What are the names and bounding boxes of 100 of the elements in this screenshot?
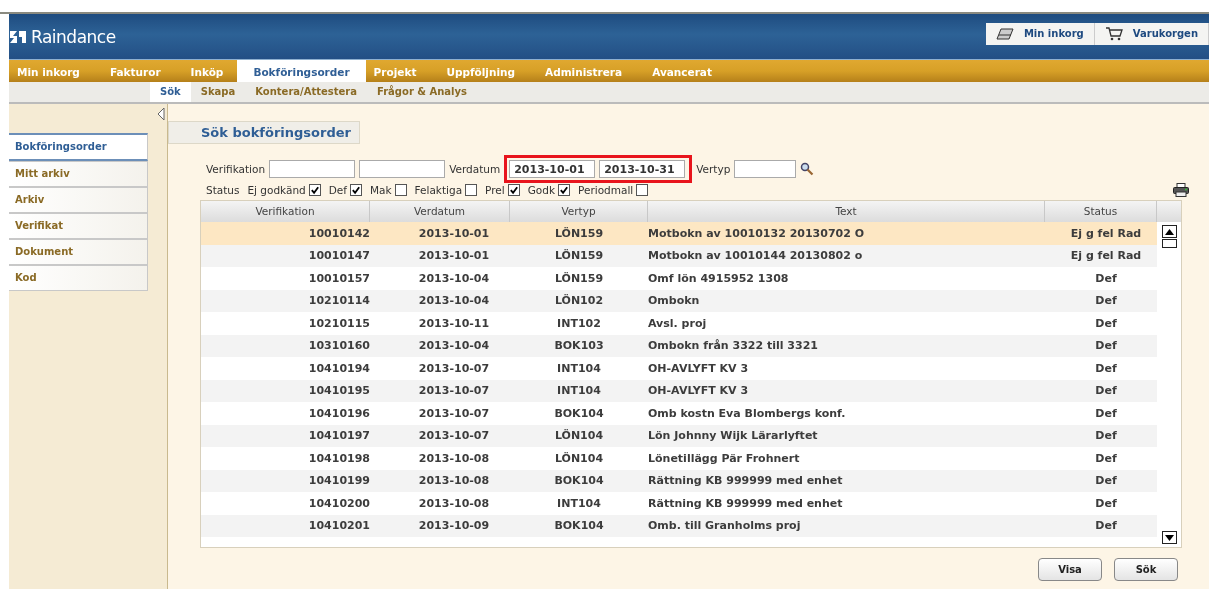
table-cell-text: 10410196 (307, 406, 370, 420)
table-row[interactable]: 10410199 2013-10-08 BOK104 Rättning KB 999999 med enhet Def (201, 469, 1157, 492)
checkbox-label: Godk (527, 184, 556, 196)
checkbox[interactable] (308, 184, 321, 196)
input-field[interactable] (359, 160, 446, 178)
table-cell-text: 2013-10-04 (417, 294, 491, 308)
table-cell-text: 10410199 (307, 474, 370, 488)
date-field[interactable]: 2013-10-01 (509, 160, 596, 178)
table-cell-text: LÖN104 (553, 451, 605, 465)
table-cell-text: Rättning KB 999999 med enhet (648, 474, 844, 488)
table-cell-text: Def (1094, 384, 1118, 398)
table-row[interactable]: 10010147 2013-10-01 LÖN159 Motbokn av 10010144 20130802 o Ej g fel Rad (201, 244, 1157, 267)
sidebar-item[interactable]: Bokföringsorder (9, 133, 148, 161)
header-link[interactable]: Min inkorg (985, 22, 1095, 45)
scroll-thumb[interactable] (1161, 239, 1177, 248)
table-cell-text: 10410194 (307, 361, 370, 375)
checkbox-label: Periodmall (578, 184, 634, 196)
scroll-down-icon[interactable] (1164, 534, 1174, 541)
table-cell-text: Avsl. proj (648, 316, 708, 330)
table-cell-text: BOK104 (553, 474, 605, 488)
table-cell-text: Def (1094, 519, 1118, 533)
table-cell-text: 2013-10-09 (417, 519, 491, 533)
printer-icon[interactable] (1173, 183, 1189, 197)
table-cell-text: Lön Johnny Wijk Lärarlyftet (648, 429, 819, 443)
scroll-up-icon[interactable] (1164, 228, 1174, 235)
table-row[interactable]: 10210114 2013-10-04 LÖN102 Ombokn Def (201, 289, 1157, 312)
table-cell-text: INT104 (556, 361, 602, 375)
sidebar-item[interactable]: Mitt arkiv (9, 161, 148, 187)
field-label: Verifikation (206, 163, 266, 175)
table-cell-text: 2013-10-07 (417, 361, 491, 375)
table-cell-text: Ej g fel Rad (1069, 226, 1143, 240)
table-cell-text: 2013-10-01 (417, 226, 491, 240)
table-cell-text: Lönetillägg Pär Frohnert (648, 451, 801, 465)
checkbox-label: Def (328, 184, 347, 196)
submenu-tab[interactable]: Frågor & Analys (367, 82, 477, 102)
submenu-tab[interactable]: Sök (150, 82, 191, 102)
checkbox[interactable] (465, 184, 478, 196)
table-cell-text: INT104 (556, 496, 602, 510)
table-cell-text: Def (1094, 474, 1118, 488)
logo-icon (9, 28, 27, 45)
header-link[interactable]: Varukorgen (1094, 22, 1209, 45)
table-cell-text: Ej g fel Rad (1069, 249, 1143, 263)
sidebar-item[interactable]: Arkiv (9, 187, 148, 213)
submenu-tab[interactable]: Skapa (190, 82, 246, 102)
table-cell-text: Def (1094, 496, 1118, 510)
checkbox[interactable] (394, 184, 407, 196)
table-row[interactable]: 10310160 2013-10-04 BOK103 Ombokn från 3322 till 3321 Def (201, 334, 1157, 357)
table-cell-text: INT104 (556, 384, 602, 398)
table-cell-text: 10010157 (307, 271, 370, 285)
table-cell-text: 10210115 (307, 316, 370, 330)
checkbox-label: Mak (370, 184, 392, 196)
sidebar-item[interactable]: Kod (9, 265, 148, 291)
action-button[interactable]: Visa (1038, 558, 1102, 581)
table-cell-text: Rättning KB 999999 med enhet (648, 496, 844, 510)
collapse-arrow-icon[interactable] (157, 107, 165, 121)
table-row[interactable]: 10010142 2013-10-01 LÖN159 Motbokn av 10010132 20130702 O Ej g fel Rad (201, 222, 1157, 245)
table-cell-text: Ombokn från 3322 till 3321 (648, 339, 819, 353)
checkbox[interactable] (558, 184, 571, 196)
search-icon[interactable] (800, 162, 815, 176)
table-cell-text: Def (1094, 451, 1118, 465)
table-cell-text: 10310160 (307, 339, 370, 353)
table-cell-text: 2013-10-07 (417, 406, 491, 420)
submenu-tab[interactable]: Kontera/Attestera (245, 82, 367, 102)
table-cell-text: 2013-10-08 (417, 451, 491, 465)
table-cell-text: 10010147 (307, 249, 370, 263)
checkbox[interactable] (636, 184, 649, 196)
table-cell-text: LÖN102 (553, 294, 605, 308)
table-cell-text: Def (1094, 294, 1118, 308)
table-cell-text: 2013-10-04 (417, 339, 491, 353)
table-cell-text: 2013-10-07 (417, 429, 491, 443)
table-cell-text: LÖN159 (553, 249, 605, 263)
checkbox-label: Ej godkänd (247, 184, 306, 196)
sidebar-item[interactable]: Verifikat (9, 213, 148, 239)
sidebar-item[interactable]: Dokument (9, 239, 148, 265)
table-cell-text: 2013-10-01 (417, 249, 491, 263)
tray-icon (995, 27, 1014, 40)
table-cell-text: 10010142 (307, 226, 370, 240)
table-cell-text: Def (1094, 339, 1118, 353)
cart-icon (1104, 26, 1123, 41)
table-cell-text: Def (1094, 361, 1118, 375)
table-cell-text: Omb. till Granholms proj (648, 519, 802, 533)
table-row[interactable]: 10410195 2013-10-07 INT104 OH-AVLYFT KV 3 Def (201, 379, 1157, 402)
checkbox-label: Felaktiga (414, 184, 463, 196)
table-cell-text: OH-AVLYFT KV 3 (648, 361, 750, 375)
table-cell-text: Omb kostn Eva Blombergs konf. (648, 406, 847, 420)
checkbox[interactable] (350, 184, 362, 196)
table-row[interactable]: 10410201 2013-10-09 BOK104 Omb. till Granholms proj Def (201, 514, 1157, 537)
input-field[interactable] (269, 160, 356, 178)
page-title: Sök bokföringsorder (168, 121, 360, 144)
input-field[interactable] (734, 160, 797, 178)
table-cell-text: 10410195 (307, 384, 370, 398)
date-field[interactable]: 2013-10-31 (599, 160, 686, 178)
table-cell-text: Motbokn av 10010144 20130802 o (648, 249, 864, 263)
checkbox[interactable] (507, 184, 520, 196)
table-row[interactable]: 10410197 2013-10-07 LÖN104 Lön Johnny Wijk Lärarlyftet Def (201, 424, 1157, 447)
menu-tab[interactable]: Bokföringsorder (237, 60, 366, 82)
action-button[interactable]: Sök (1114, 558, 1178, 581)
table-cell-text: Def (1094, 316, 1118, 330)
table-cell-text: 10410198 (307, 451, 370, 465)
table-cell-text: 2013-10-08 (417, 474, 491, 488)
